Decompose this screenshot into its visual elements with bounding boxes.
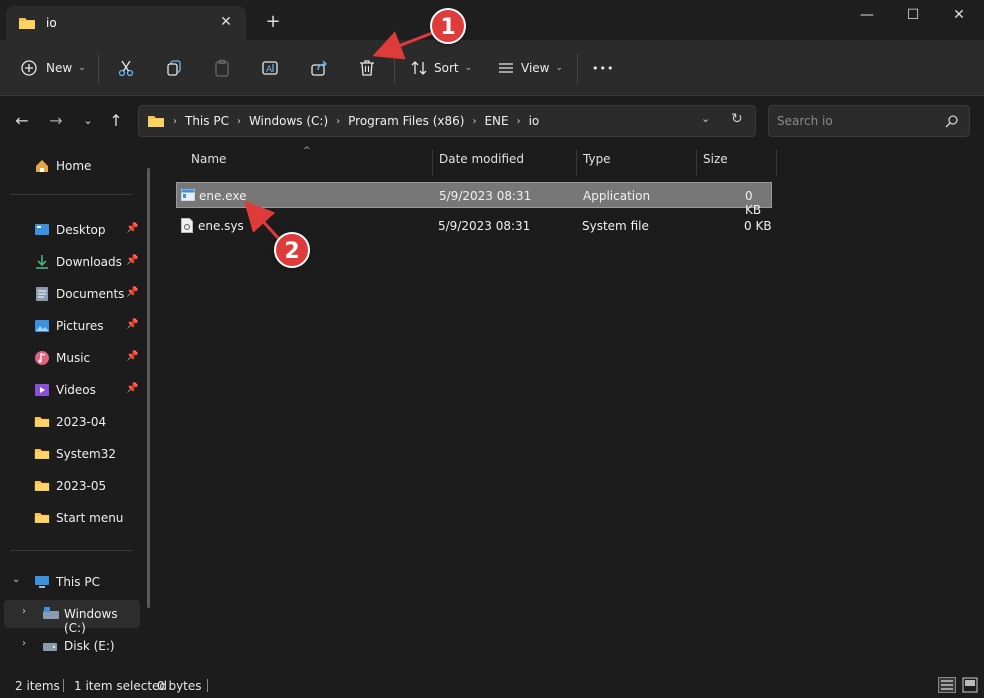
callout-badge-2: 2: [274, 232, 310, 268]
details-view-icon[interactable]: [938, 677, 956, 693]
annotation-arrow-2: [243, 200, 282, 242]
status-selected: 1 item selected: [74, 679, 168, 693]
status-divider: [63, 679, 64, 692]
status-bytes: 0 bytes: [157, 679, 202, 693]
annotation-layer: [243, 28, 441, 242]
tiles-view-icon[interactable]: [962, 677, 978, 693]
status-divider: [207, 679, 208, 692]
callout-badge-1: 1: [430, 8, 466, 44]
status-bar: 2 items 1 item selected 0 bytes: [0, 672, 984, 698]
status-item-count: 2 items: [15, 679, 60, 693]
